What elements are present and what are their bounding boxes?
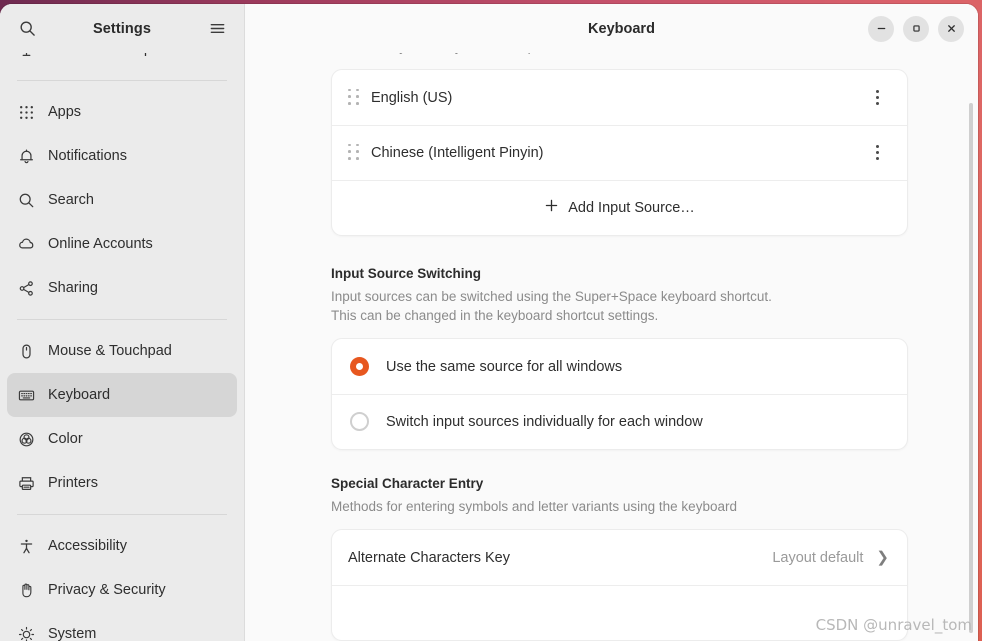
- input-source-row-english[interactable]: English (US): [332, 70, 907, 125]
- section-input-source-switching: Input Source Switching Input sources can…: [331, 266, 908, 450]
- sidebar-item-mouse-touchpad[interactable]: Mouse & Touchpad: [7, 329, 237, 373]
- sidebar-item-sharing[interactable]: Sharing: [7, 266, 237, 310]
- sidebar-item-apps[interactable]: Apps: [7, 90, 237, 134]
- section-description: Methods for entering symbols and letter …: [331, 497, 908, 516]
- settings-window: Settings Ubuntu Desktop: [0, 4, 978, 641]
- sidebar-title: Settings: [40, 21, 204, 37]
- sidebar-item-label: Search: [48, 192, 94, 208]
- section-description-line-2: This can be changed in the keyboard shor…: [331, 306, 908, 325]
- hand-icon: [17, 581, 35, 599]
- sidebar-item-label: Apps: [48, 104, 81, 120]
- section-title: Special Character Entry: [331, 476, 908, 491]
- search-icon[interactable]: [14, 16, 40, 42]
- section-description: Input sources can be switched using the …: [331, 287, 908, 325]
- search-icon: [17, 191, 35, 209]
- content-pane: Keyboard: [245, 4, 978, 641]
- section-special-character-entry: Special Character Entry Methods for ente…: [331, 476, 908, 641]
- sidebar-item-system[interactable]: System: [7, 612, 237, 641]
- section-input-sources: Input Sources Includes keyboard layouts …: [331, 53, 908, 236]
- settings-scroll-area: Input Sources Includes keyboard layouts …: [245, 53, 978, 641]
- sidebar-divider-1: [17, 80, 227, 81]
- sidebar-item-color[interactable]: Color: [7, 417, 237, 461]
- sidebar-item-printers[interactable]: Printers: [7, 461, 237, 505]
- sidebar-item-label: Color: [48, 431, 83, 447]
- hamburger-menu-icon[interactable]: [204, 16, 230, 42]
- sidebar-item-label: Accessibility: [48, 538, 127, 554]
- sidebar-item-keyboard[interactable]: Keyboard: [7, 373, 237, 417]
- sidebar-item-label: System: [48, 626, 96, 641]
- drag-handle-icon[interactable]: [348, 144, 362, 162]
- mouse-icon: [17, 342, 35, 360]
- share-nodes-icon: [17, 279, 35, 297]
- chevron-right-icon: ❯: [876, 550, 889, 565]
- alternate-characters-key-row[interactable]: Alternate Characters Key Layout default …: [332, 530, 907, 585]
- sidebar-item-ubuntu-desktop[interactable]: Ubuntu Desktop: [7, 53, 237, 71]
- radio-button-per-window[interactable]: [350, 412, 369, 431]
- radio-label: Switch input sources individually for ea…: [386, 414, 703, 430]
- apps-grid-icon: [17, 103, 35, 121]
- section-description-line-1: Input sources can be switched using the …: [331, 287, 908, 306]
- input-source-label: English (US): [371, 90, 865, 106]
- radio-row-same-source[interactable]: Use the same source for all windows: [332, 339, 907, 394]
- bell-icon: [17, 147, 35, 165]
- drag-handle-icon[interactable]: [348, 89, 362, 107]
- input-sources-card: English (US) Chinese (Intelligent Pinyin…: [331, 69, 908, 236]
- sidebar-item-online-accounts[interactable]: Online Accounts: [7, 222, 237, 266]
- radio-label: Use the same source for all windows: [386, 359, 622, 375]
- sidebar: Settings Ubuntu Desktop: [0, 4, 245, 641]
- page-title: Keyboard: [265, 21, 868, 37]
- printer-icon: [17, 474, 35, 492]
- close-button[interactable]: [938, 16, 964, 42]
- keyboard-icon: [17, 386, 35, 404]
- section-title: Input Source Switching: [331, 266, 908, 281]
- sidebar-item-label: Privacy & Security: [48, 582, 166, 598]
- add-input-source-button[interactable]: Add Input Source…: [332, 180, 907, 235]
- input-switching-card: Use the same source for all windows Swit…: [331, 338, 908, 450]
- minimize-button[interactable]: [868, 16, 894, 42]
- spacer: [331, 450, 908, 476]
- sidebar-divider-3: [17, 514, 227, 515]
- sidebar-divider-2: [17, 319, 227, 320]
- input-source-menu-button[interactable]: [865, 140, 889, 166]
- gear-icon: [17, 625, 35, 641]
- sidebar-item-accessibility[interactable]: Accessibility: [7, 524, 237, 568]
- sidebar-scroll-area: Ubuntu Desktop Apps: [0, 53, 244, 641]
- sidebar-item-label: Printers: [48, 475, 98, 491]
- radio-button-same-source[interactable]: [350, 357, 369, 376]
- add-input-source-label: Add Input Source…: [568, 200, 695, 216]
- sidebar-item-label: Mouse & Touchpad: [48, 343, 172, 359]
- window-controls: [868, 16, 964, 42]
- sidebar-item-notifications[interactable]: Notifications: [7, 134, 237, 178]
- input-source-menu-button[interactable]: [865, 85, 889, 111]
- section-description: Includes keyboard layouts and input meth…: [331, 53, 908, 56]
- cloud-icon: [17, 235, 35, 253]
- spacer: [331, 236, 908, 266]
- input-source-row-chinese[interactable]: Chinese (Intelligent Pinyin): [332, 125, 907, 180]
- maximize-button[interactable]: [903, 16, 929, 42]
- sidebar-item-label: Notifications: [48, 148, 127, 164]
- next-row-partial[interactable]: [332, 585, 907, 640]
- color-wheel-icon: [17, 430, 35, 448]
- row-value: Layout default: [772, 550, 863, 566]
- radio-row-per-window[interactable]: Switch input sources individually for ea…: [332, 394, 907, 449]
- sidebar-item-label: Sharing: [48, 280, 98, 296]
- row-label: Alternate Characters Key: [348, 550, 772, 566]
- vertical-scrollbar[interactable]: [969, 103, 973, 633]
- titlebar: Keyboard: [245, 4, 978, 53]
- sidebar-item-search[interactable]: Search: [7, 178, 237, 222]
- sidebar-item-label: Online Accounts: [48, 236, 153, 252]
- sidebar-item-label: Ubuntu Desktop: [48, 53, 152, 57]
- sidebar-item-privacy-security[interactable]: Privacy & Security: [7, 568, 237, 612]
- accessibility-person-icon: [17, 537, 35, 555]
- special-chars-card: Alternate Characters Key Layout default …: [331, 529, 908, 641]
- sidebar-header: Settings: [0, 4, 244, 53]
- sidebar-item-label: Keyboard: [48, 387, 110, 403]
- desktop-icon: [17, 53, 35, 58]
- input-source-label: Chinese (Intelligent Pinyin): [371, 145, 865, 161]
- plus-icon: [544, 198, 559, 218]
